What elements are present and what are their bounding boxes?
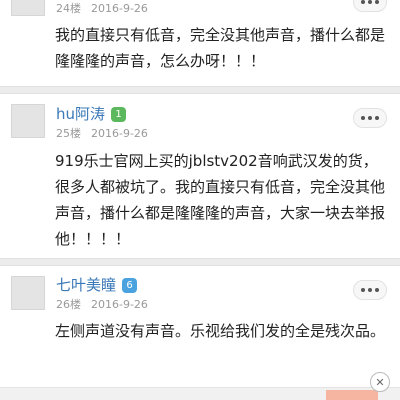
post-divider <box>0 258 400 266</box>
more-dot-icon <box>361 288 365 292</box>
post-date: 2016-9-26 <box>91 2 148 15</box>
avatar[interactable] <box>11 104 45 138</box>
more-dot-icon <box>368 116 372 120</box>
level-badge: 1 <box>111 107 127 122</box>
username-row: 七叶美瞳 6 <box>56 274 138 295</box>
more-dot-icon <box>368 288 372 292</box>
post-divider <box>0 86 400 94</box>
post-date: 2016-9-26 <box>91 127 148 140</box>
more-dot-icon <box>361 0 365 4</box>
post-25: hu阿涛 1 25楼 2016-9-26 919乐士官网上买的jblstv202音响… <box>0 94 400 258</box>
more-options-button[interactable] <box>353 0 387 12</box>
username-row: hu阿涛 1 <box>56 103 127 124</box>
bottom-banner <box>326 390 378 400</box>
more-dot-icon <box>375 288 379 292</box>
post-26: 七叶美瞳 6 26楼 2016-9-26 左侧声道没有声音。乐视给我们发的全是残次品… <box>0 266 400 386</box>
post-content: 919乐士官网上买的jblstv202音响武汉发的货，很多人都被坑了。我的直接只… <box>55 152 386 248</box>
close-icon: ✕ <box>375 375 385 389</box>
floor-number: 24楼 <box>56 2 81 15</box>
post-meta: 24楼 2016-9-26 <box>56 0 148 16</box>
post-meta: 26楼 2016-9-26 <box>56 296 148 312</box>
more-dot-icon <box>368 0 372 4</box>
more-dot-icon <box>375 116 379 120</box>
avatar[interactable] <box>11 276 45 310</box>
post-content: 左侧声道没有声音。乐视给我们发的全是残次品。 <box>55 322 386 340</box>
close-button[interactable]: ✕ <box>370 372 390 392</box>
avatar[interactable] <box>11 0 45 16</box>
post-date: 2016-9-26 <box>91 298 148 311</box>
post-24: 24楼 2016-9-26 我的直接只有低音，完全没其他声音，播什么都是隆隆隆的声… <box>0 0 400 86</box>
post-content: 我的直接只有低音，完全没其他声音，播什么都是隆隆隆的声音，怎么办呀！！！ <box>55 26 386 70</box>
more-options-button[interactable] <box>353 108 387 128</box>
level-badge: 6 <box>122 278 138 293</box>
username-link[interactable]: 七叶美瞳 <box>56 276 116 294</box>
more-dot-icon <box>375 0 379 4</box>
post-meta: 25楼 2016-9-26 <box>56 125 148 141</box>
floor-number: 26楼 <box>56 298 81 311</box>
more-dot-icon <box>361 116 365 120</box>
more-options-button[interactable] <box>353 280 387 300</box>
username-link[interactable]: hu阿涛 <box>56 105 105 123</box>
floor-number: 25楼 <box>56 127 81 140</box>
